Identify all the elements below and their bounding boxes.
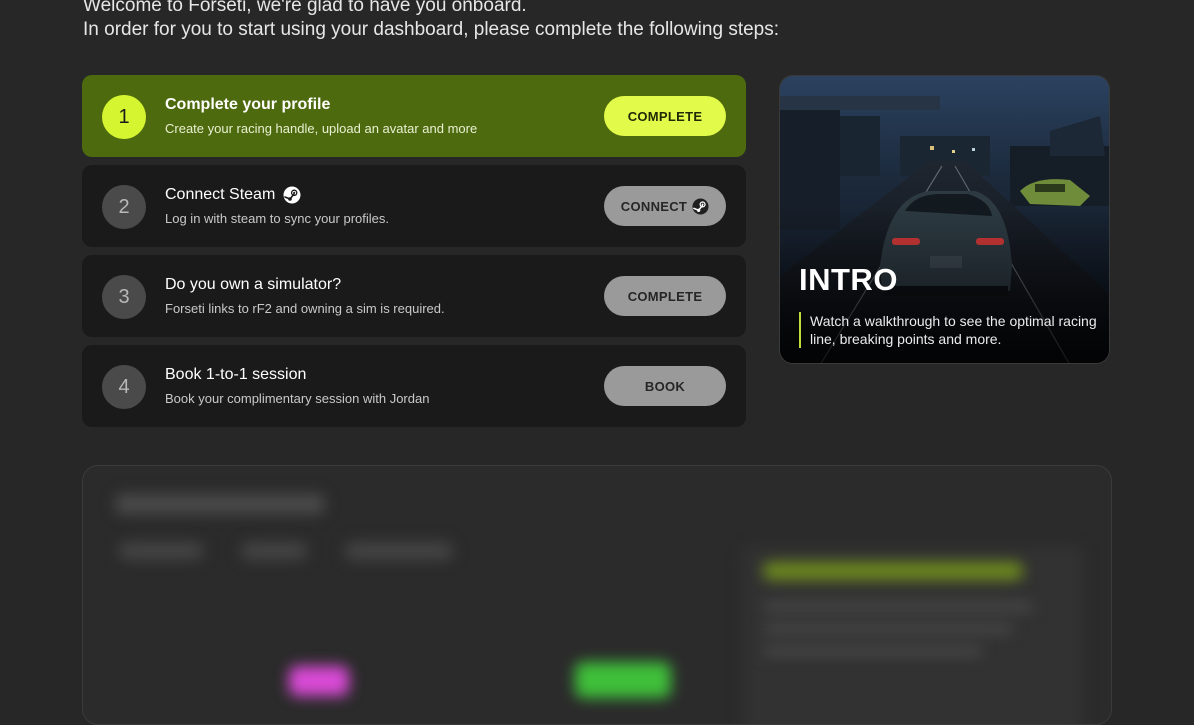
complete-profile-button[interactable]: COMPLETE [604,96,726,136]
button-label: COMPLETE [627,288,703,304]
step-book-session: 4 Book 1-to-1 session Book your complime… [82,345,746,427]
step-connect-steam: 2 Connect Steam Log in with steam to syn… [82,165,746,247]
blurred-tab [345,542,453,560]
step-title: Book 1-to-1 session [165,365,306,385]
step-description: Book your complimentary session with Jor… [165,391,430,406]
step-complete-profile: 1 Complete your profile Create your raci… [82,75,746,157]
step-number: 1 [102,95,146,139]
step-title: Complete your profile [165,95,330,115]
blurred-title [115,494,325,514]
step-description: Forseti links to rF2 and owning a sim is… [165,301,445,316]
step-number: 3 [102,275,146,319]
step-description: Log in with steam to sync your profiles. [165,211,389,226]
intro-video-card[interactable]: INTRO Watch a walkthrough to see the opt… [779,75,1110,364]
blurred-tab [119,542,203,560]
step-title-text: Do you own a simulator? [165,276,342,293]
book-session-button[interactable]: BOOK [604,366,726,406]
steam-icon [283,186,301,204]
blurred-magenta-marker [289,666,349,696]
blurred-text-line [763,624,1013,634]
intro-description: Watch a walkthrough to see the optimal r… [799,312,1100,348]
welcome-line: Welcome to Forseti, we're glad to have y… [83,0,527,16]
button-label: BOOK [644,378,686,394]
step-title: Connect Steam [165,185,301,205]
step-number: 2 [102,185,146,229]
intro-heading: INTRO [799,262,898,297]
step-title-text: Book 1-to-1 session [165,366,307,383]
steam-icon [692,197,709,215]
blurred-green-marker [575,662,671,698]
blurred-dashboard-preview [82,465,1112,725]
step-description: Create your racing handle, upload an ava… [165,121,478,136]
step-title: Do you own a simulator? [165,275,341,295]
blurred-tab [241,542,307,560]
button-label: CONNECT [620,198,688,214]
step-own-simulator: 3 Do you own a simulator? Forseti links … [82,255,746,337]
step-title-text: Connect Steam [165,186,276,203]
step-number: 4 [102,365,146,409]
blurred-text-line [763,646,983,656]
step-title-text: Complete your profile [165,96,331,113]
blurred-heading-accent [763,562,1023,580]
welcome-message: Welcome to Forseti, we're glad to have y… [83,0,779,42]
onboarding-steps: 1 Complete your profile Create your raci… [82,75,746,435]
blurred-text-line [763,602,1033,612]
simulator-complete-button[interactable]: COMPLETE [604,276,726,316]
instructions-line: In order for you to start using your das… [83,19,780,40]
button-label: COMPLETE [627,108,703,124]
connect-steam-button[interactable]: CONNECT [604,186,726,226]
